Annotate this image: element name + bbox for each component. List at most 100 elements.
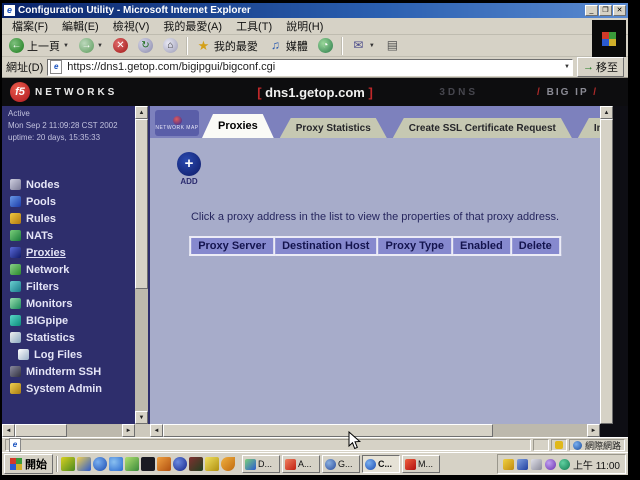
address-dropdown-icon[interactable]: ▼ [564, 64, 570, 70]
tray-icon-4[interactable] [545, 459, 556, 470]
quicklaunch-icon-7[interactable] [157, 457, 171, 471]
column-proxy-server[interactable]: Proxy Server [190, 237, 274, 255]
sidebar-item-log-files[interactable]: Log Files [10, 346, 134, 363]
quicklaunch-icon-9[interactable] [189, 457, 203, 471]
scroll-thumb[interactable] [600, 119, 613, 424]
task-window-1[interactable]: D... [242, 455, 280, 473]
scroll-left-icon[interactable]: ◄ [150, 424, 163, 437]
task-window-5[interactable]: M... [402, 455, 440, 473]
print-button[interactable]: ▤ [381, 37, 404, 55]
column-destination-host[interactable]: Destination Host [274, 237, 377, 255]
sidebar-item-system-admin[interactable]: System Admin [10, 380, 134, 397]
mail-icon: ✉ [351, 38, 366, 53]
quicklaunch-icon-4[interactable] [109, 457, 123, 471]
quicklaunch-icon-10[interactable] [205, 457, 219, 471]
task-window-2[interactable]: A... [282, 455, 320, 473]
start-button[interactable]: 開始 [4, 454, 53, 474]
back-dropdown-icon[interactable]: ▼ [63, 43, 69, 49]
sidebar-scrollbar[interactable]: ▲ ▼ [135, 106, 148, 424]
history-button[interactable]: ◔ [314, 37, 337, 55]
scroll-right-icon[interactable]: ► [587, 424, 600, 437]
forward-button[interactable]: → ▼ [75, 37, 107, 55]
column-enabled[interactable]: Enabled [452, 237, 511, 255]
scroll-thumb[interactable] [135, 119, 148, 289]
back-button[interactable]: ← 上一頁 ▼ [5, 37, 73, 55]
menu-help[interactable]: 說明(H) [280, 17, 329, 35]
scroll-track[interactable] [600, 119, 613, 424]
sidebar-item-rules[interactable]: Rules [10, 210, 134, 227]
menu-favorites[interactable]: 我的最愛(A) [157, 17, 228, 35]
maximize-button[interactable]: ❐ [599, 5, 612, 16]
media-button[interactable]: ♫ 媒體 [264, 37, 312, 55]
menu-file[interactable]: 檔案(F) [6, 17, 54, 35]
column-proxy-type[interactable]: Proxy Type [377, 237, 452, 255]
tray-icon-1[interactable] [503, 459, 514, 470]
sidebar-item-network[interactable]: Network [10, 261, 134, 278]
sidebar-item-nats[interactable]: NATs [10, 227, 134, 244]
go-button[interactable]: → 移至 [577, 57, 624, 77]
quicklaunch-icon-2[interactable] [77, 457, 91, 471]
scroll-track[interactable] [135, 119, 148, 411]
sidebar-item-statistics[interactable]: Statistics [10, 329, 134, 346]
close-button[interactable]: ✕ [613, 5, 626, 16]
quicklaunch-icon-1[interactable] [61, 457, 75, 471]
quicklaunch-icon-11[interactable] [221, 457, 235, 471]
quicklaunch-icon-6[interactable] [141, 457, 155, 471]
refresh-button[interactable]: ↻ [134, 37, 157, 55]
sidebar-item-nodes[interactable]: Nodes [10, 176, 134, 193]
log-files-icon [18, 349, 29, 360]
print-icon: ▤ [385, 38, 400, 53]
stop-button[interactable]: ✕ [109, 37, 132, 55]
scroll-up-icon[interactable]: ▲ [135, 106, 148, 119]
address-input[interactable] [65, 60, 561, 74]
taskbar-clock[interactable]: 上午 11:00 [573, 457, 620, 472]
sidebar-item-pools[interactable]: Pools [10, 193, 134, 210]
main-scrollbar[interactable]: ▲ ▼ [600, 106, 613, 437]
bracket-right: ] [368, 85, 372, 100]
tab-proxies[interactable]: Proxies [202, 114, 274, 138]
ie-throbber [592, 20, 626, 57]
minimize-button[interactable]: _ [585, 5, 598, 16]
tab-install-ssl-certificate[interactable]: Install SSL Certif [578, 118, 600, 138]
menu-view[interactable]: 檢視(V) [107, 17, 156, 35]
scroll-left-icon[interactable]: ◄ [2, 424, 15, 437]
tab-proxy-statistics[interactable]: Proxy Statistics [280, 118, 387, 138]
forward-dropdown-icon[interactable]: ▼ [97, 43, 103, 49]
sidebar-item-proxies[interactable]: Proxies [10, 244, 134, 261]
scroll-right-icon[interactable]: ► [122, 424, 135, 437]
main-hscrollbar[interactable]: ◄ ► [150, 424, 600, 437]
quicklaunch-icon-3[interactable] [93, 457, 107, 471]
task-window-4-active[interactable]: C... [362, 455, 400, 473]
sidebar-item-bigpipe[interactable]: BIGpipe [10, 312, 134, 329]
tray-icon-3[interactable] [531, 459, 542, 470]
scroll-track[interactable] [15, 424, 122, 437]
scroll-down-icon[interactable]: ▼ [135, 411, 148, 424]
tab-create-ssl-certificate-request[interactable]: Create SSL Certificate Request [393, 118, 572, 138]
sidebar-item-mindterm-ssh[interactable]: Mindterm SSH [10, 363, 134, 380]
scroll-thumb[interactable] [15, 424, 67, 437]
scroll-track[interactable] [163, 424, 587, 437]
sidebar-hscrollbar[interactable]: ◄ ► [2, 424, 135, 437]
task-window-3[interactable]: G... [322, 455, 360, 473]
task-window-label: M... [418, 459, 433, 469]
favorites-button[interactable]: ★ 我的最愛 [192, 37, 262, 55]
network-map-button[interactable]: NETWORK MAP [155, 110, 199, 136]
menu-edit[interactable]: 編輯(E) [56, 17, 105, 35]
home-button[interactable]: ⌂ [159, 37, 182, 55]
hostname: [ dns1.getop.com ] [257, 85, 373, 100]
sidebar-item-monitors[interactable]: Monitors [10, 295, 134, 312]
menu-tools[interactable]: 工具(T) [230, 17, 278, 35]
tray-icon-2[interactable] [517, 459, 528, 470]
mail-button[interactable]: ✉ ▼ [347, 37, 379, 55]
scroll-up-icon[interactable]: ▲ [600, 106, 613, 119]
sidebar-item-filters[interactable]: Filters [10, 278, 134, 295]
address-field[interactable]: e ▼ [47, 59, 573, 76]
media-icon: ♫ [268, 38, 283, 53]
column-delete[interactable]: Delete [511, 237, 560, 255]
mail-dropdown-icon[interactable]: ▼ [369, 43, 375, 49]
quicklaunch-icon-5[interactable] [125, 457, 139, 471]
scroll-thumb[interactable] [163, 424, 493, 437]
add-proxy-button[interactable]: + ADD [172, 152, 206, 186]
tray-icon-5[interactable] [559, 459, 570, 470]
quicklaunch-icon-8[interactable] [173, 457, 187, 471]
